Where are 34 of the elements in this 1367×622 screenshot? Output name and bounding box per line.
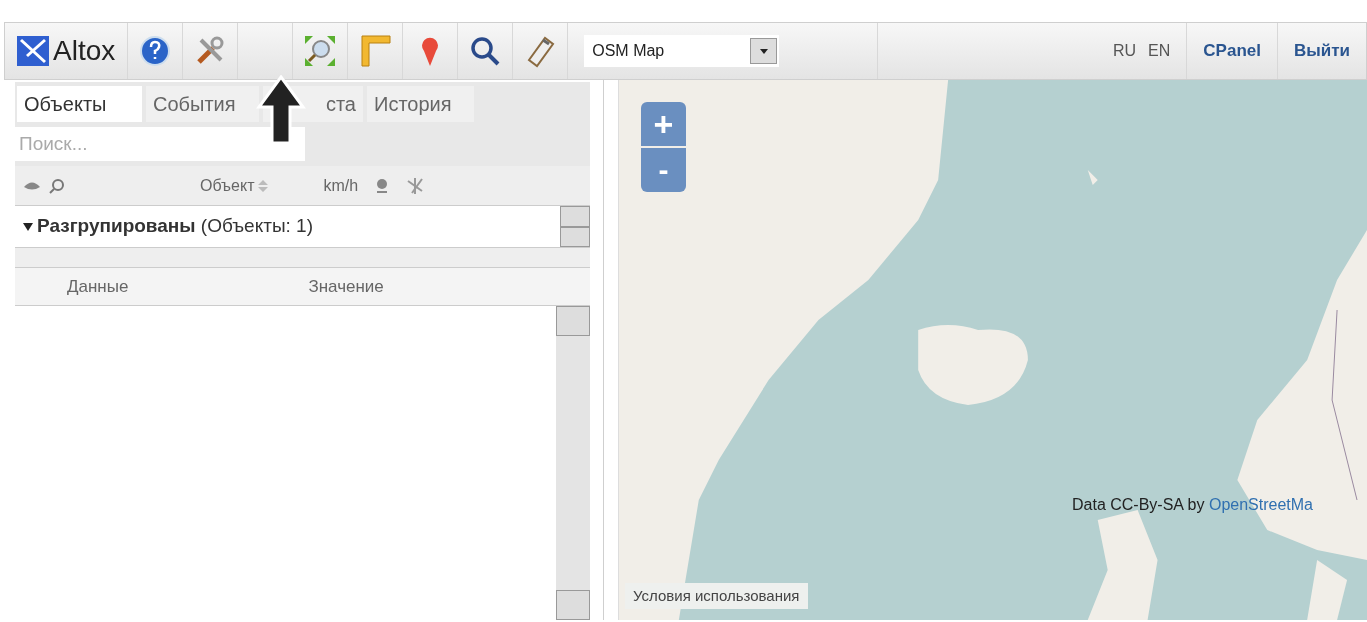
group-title: Разгрупированы (Объекты: 1) <box>37 214 313 239</box>
scroll-up-button[interactable] <box>560 206 590 227</box>
scrollbar[interactable] <box>556 306 590 620</box>
column-header[interactable]: Объект <box>200 173 255 198</box>
arrow-pointer-icon <box>256 75 306 145</box>
attribution-link[interactable]: OpenStreetMa <box>1208 496 1313 513</box>
header-link[interactable]: CPanel <box>1203 38 1261 64</box>
language-link[interactable]: EN <box>1148 39 1171 63</box>
sort-icon[interactable] <box>258 178 269 193</box>
help-icon[interactable] <box>138 34 173 68</box>
language-link[interactable]: RU <box>1113 39 1137 63</box>
zoom-out-button[interactable]: - <box>641 148 686 192</box>
search-field[interactable]: Поиск... <box>15 127 305 161</box>
logo-text: Altox <box>53 34 116 68</box>
caret-icon <box>759 48 768 54</box>
terms-link[interactable]: Условия использования <box>625 583 808 609</box>
tab[interactable]: История <box>367 86 474 122</box>
tab[interactable]: События <box>146 86 259 122</box>
header-link[interactable]: Выйти <box>1293 38 1350 64</box>
group-row[interactable]: Разгрупированы (Объекты: 1) <box>15 206 560 247</box>
logo-icon <box>17 36 49 66</box>
tab[interactable]: Объекты <box>17 86 142 122</box>
zoom-in-button[interactable]: + <box>641 102 686 146</box>
satellite-icon[interactable] <box>406 176 425 195</box>
column-header[interactable]: km/h <box>323 173 359 198</box>
scroll-down-button[interactable] <box>560 226 590 247</box>
search-icon[interactable] <box>49 177 65 194</box>
expand-triangle-icon[interactable] <box>23 222 33 231</box>
ruler-icon[interactable] <box>358 34 393 68</box>
map-select[interactable]: OSM Map <box>584 35 780 67</box>
column-header[interactable]: Значение <box>308 273 384 300</box>
column-header[interactable]: Данные <box>67 273 129 300</box>
zoom-extent-icon[interactable] <box>303 34 338 68</box>
attribution-text: Data CC-By-SA by OpenStreetMa <box>1072 495 1313 515</box>
